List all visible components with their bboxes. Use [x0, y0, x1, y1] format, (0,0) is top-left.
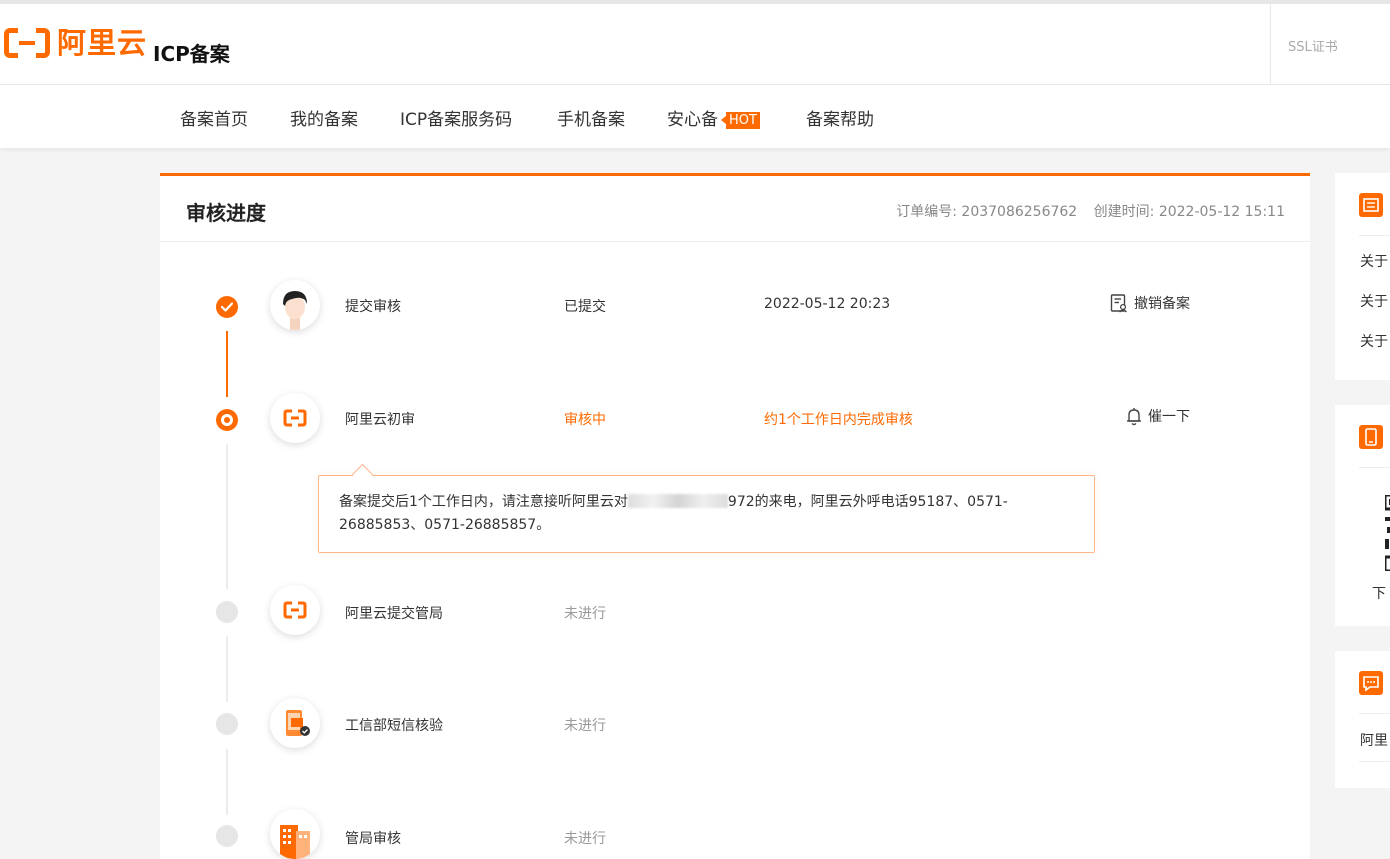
timeline-connector [226, 636, 228, 702]
nav-item-service-code[interactable]: ICP备案服务码 [400, 105, 512, 130]
person-avatar-icon [270, 280, 320, 330]
aliyun-logo-icon [4, 28, 50, 58]
nav-item-anxinbei[interactable]: 安心备 HOT [667, 105, 760, 130]
review-tip-box: 备案提交后1个工作日内，请注意接听阿里云对 972的来电，阿里云外呼电话95187… [318, 475, 1095, 553]
step-status: 未进行 [564, 718, 606, 734]
step-name: 阿里云提交管局 [345, 606, 443, 622]
main-nav: 备案首页 我的备案 ICP备案服务码 手机备案 安心备 HOT 备案帮助 [0, 85, 1390, 148]
urge-label: 催一下 [1148, 409, 1190, 425]
phone-verify-icon [270, 698, 320, 748]
tip-text-part1: 备案提交后1个工作日内，请注意接听阿里云对 [339, 494, 628, 510]
nav-item-my-filing[interactable]: 我的备案 [290, 105, 358, 130]
step-status: 未进行 [564, 606, 606, 622]
order-number: 订单编号: 2037086256762 [896, 204, 1078, 220]
ssl-link-box[interactable]: SSL证书 [1270, 4, 1390, 84]
top-header: 阿里云 ICP备案 SSL证书 [0, 0, 1390, 85]
divider [1359, 467, 1390, 468]
step-status: 已提交 [564, 299, 606, 315]
step-idle-dot-icon [216, 825, 238, 847]
hot-badge: HOT [721, 112, 760, 129]
chat-link[interactable]: 阿里 [1360, 730, 1388, 750]
side-notice-panel: 关于 关于 关于 [1335, 173, 1390, 380]
step-name: 提交审核 [345, 299, 401, 315]
divider [1359, 761, 1390, 762]
card-header: 审核进度 订单编号: 2037086256762 创建时间: 2022-05-1… [160, 176, 1310, 242]
download-label[interactable]: 下 [1372, 583, 1386, 603]
urge-button[interactable]: 催一下 [1126, 406, 1190, 426]
ssl-link[interactable]: SSL证书 [1288, 36, 1338, 55]
timeline-connector [226, 749, 228, 815]
step-idle-dot-icon [216, 601, 238, 623]
logo-text: 阿里云 [57, 26, 148, 60]
notice-link[interactable]: 关于 [1360, 291, 1388, 311]
side-chat-panel: 阿里 [1335, 651, 1390, 788]
tip-text: 备案提交后1个工作日内，请注意接听阿里云对 972的来电，阿里云外呼电话95187… [339, 491, 1064, 537]
building-icon [270, 809, 320, 859]
cancel-filing-button[interactable]: 撤销备案 [1110, 293, 1190, 313]
cancel-filing-label: 撤销备案 [1134, 296, 1190, 312]
nav-item-mobile-filing[interactable]: 手机备案 [557, 105, 625, 130]
nav-item-home[interactable]: 备案首页 [180, 105, 248, 130]
step-name: 阿里云初审 [345, 412, 415, 428]
aliyun-logo-icon [270, 393, 320, 443]
timeline-connector-done [226, 331, 228, 397]
step-active-dot-icon [216, 409, 238, 431]
step-time: 约1个工作日内完成审核 [764, 412, 913, 428]
mobile-app-icon [1359, 425, 1383, 449]
step-idle-dot-icon [216, 713, 238, 735]
step-status: 审核中 [564, 412, 606, 428]
notice-icon [1359, 193, 1383, 217]
step-status: 未进行 [564, 831, 606, 847]
step-time: 2022-05-12 20:23 [764, 296, 891, 312]
bell-icon [1127, 407, 1141, 425]
notice-link[interactable]: 关于 [1360, 251, 1388, 271]
side-app-download-panel: 下 [1335, 405, 1390, 626]
divider [1359, 235, 1390, 236]
app-title: ICP备案 [153, 42, 230, 66]
qr-code-icon [1383, 493, 1390, 573]
divider [1359, 713, 1390, 714]
aliyun-logo-icon [270, 585, 320, 635]
document-user-icon [1110, 293, 1127, 312]
timeline-connector [226, 444, 228, 589]
step-done-check-icon [216, 296, 238, 318]
order-meta: 订单编号: 2037086256762 创建时间: 2022-05-12 15:… [896, 201, 1285, 221]
aliyun-logo[interactable]: 阿里云 [4, 28, 147, 58]
nav-item-help[interactable]: 备案帮助 [806, 105, 874, 130]
created-time: 创建时间: 2022-05-12 15:11 [1093, 204, 1285, 220]
step-name: 工信部短信核验 [345, 718, 443, 734]
redacted-number [627, 494, 728, 508]
page-title: 审核进度 [186, 201, 266, 225]
nav-item-anxinbei-label: 安心备 [667, 110, 718, 130]
notice-link[interactable]: 关于 [1360, 331, 1388, 351]
review-progress-card: 审核进度 订单编号: 2037086256762 创建时间: 2022-05-1… [160, 173, 1310, 859]
chat-icon [1359, 671, 1383, 695]
step-name: 管局审核 [345, 831, 401, 847]
